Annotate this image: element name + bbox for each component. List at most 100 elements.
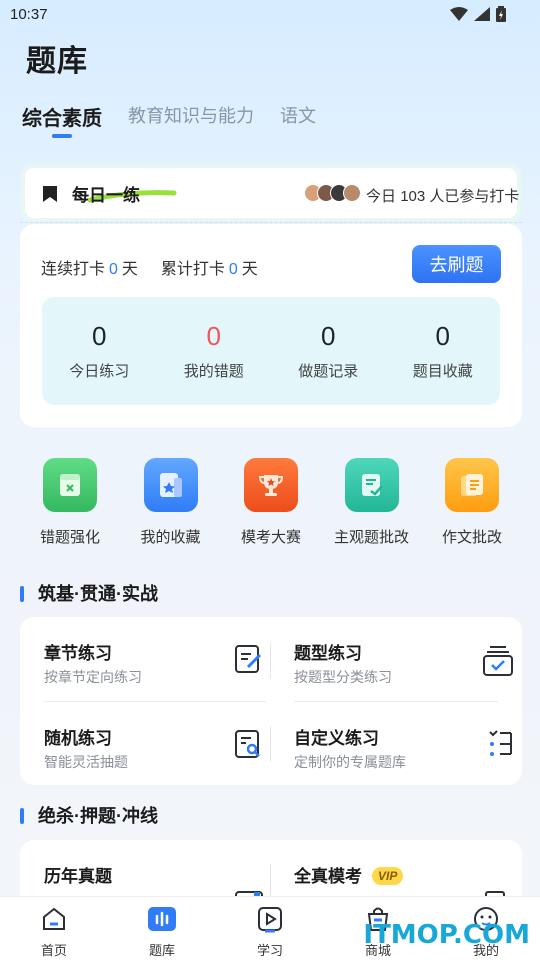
item-title: 自定义练习 xyxy=(294,729,379,748)
stat-value: 0 xyxy=(435,321,450,351)
total-checkin-unit: 天 xyxy=(241,261,258,278)
stat-label: 今日练习 xyxy=(69,363,130,380)
participants-count: 103 xyxy=(400,188,426,205)
watermark-logo: ITMOP.COM xyxy=(363,920,530,950)
nav-label: 题库 xyxy=(148,943,175,958)
tab-comprehensive-quality[interactable]: 综合素质 xyxy=(22,102,102,138)
wifi-icon xyxy=(450,7,468,21)
section-title-text: 筑基·贯通·实战 xyxy=(38,584,158,604)
study-icon xyxy=(258,907,282,933)
section-bar xyxy=(20,808,24,824)
item-title: 章节练习 xyxy=(44,644,112,663)
item-subtitle: 智能灵活抽题 xyxy=(44,754,128,770)
page-title: 题库 xyxy=(26,45,88,78)
status-icons xyxy=(450,6,506,22)
stat-value: 0 xyxy=(206,321,221,351)
participant-avatars xyxy=(304,184,361,202)
battery-icon xyxy=(496,6,506,22)
stat-label: 题目收藏 xyxy=(412,363,473,380)
avatar xyxy=(343,184,361,202)
nav-label: 首页 xyxy=(40,943,67,958)
nav-home[interactable]: 首页 xyxy=(0,897,108,960)
status-bar: 10:37 xyxy=(0,0,540,32)
participants-prefix: 今日 xyxy=(366,188,397,205)
nav-label: 学习 xyxy=(256,943,283,958)
daily-practice-title: 每日一练 xyxy=(72,186,140,205)
quick-actions: 错题强化 我的收藏 模考大赛 主观题批改 作文批改 xyxy=(20,458,522,547)
continuous-checkin-label: 连续打卡 xyxy=(41,261,106,278)
question-bank-icon xyxy=(148,907,176,931)
question-type-practice-item[interactable]: 题型练习 按题型分类练习 xyxy=(294,639,514,709)
error-book-icon xyxy=(43,458,97,512)
section-title-foundation: 筑基·贯通·实战 xyxy=(20,580,158,606)
total-checkin-value: 0 xyxy=(228,261,238,278)
daily-practice-card[interactable]: 每日一练 今日 103 人已参与打卡 xyxy=(20,163,522,223)
checkin-stats-card: 连续打卡 0 天 累计打卡 0 天 去刷题 0 今日练习 0 我的错题 0 做题记录 0… xyxy=(20,224,522,427)
quick-action-label: 主观题批改 xyxy=(333,529,409,546)
search-document-icon xyxy=(235,730,260,758)
quick-action-mock-contest[interactable]: 模考大赛 xyxy=(221,458,321,547)
stat-label: 做题记录 xyxy=(298,363,359,380)
stat-today-practice[interactable]: 0 今日练习 xyxy=(42,297,157,405)
nav-question-bank[interactable]: 题库 xyxy=(108,897,216,960)
continuous-checkin-value: 0 xyxy=(109,261,118,278)
home-icon xyxy=(43,907,65,930)
section-bar xyxy=(20,586,24,602)
horizontal-divider xyxy=(294,701,498,702)
stacked-tray-icon xyxy=(483,646,513,676)
start-practice-button[interactable]: 去刷题 xyxy=(412,245,501,283)
quick-action-label: 模考大赛 xyxy=(240,529,301,546)
tab-chinese[interactable]: 语文 xyxy=(280,102,316,131)
random-practice-item[interactable]: 随机练习 智能灵活抽题 xyxy=(44,724,264,794)
quick-action-label: 我的收藏 xyxy=(140,529,201,546)
participants-text: 今日 103 人已参与打卡 xyxy=(366,185,519,206)
item-subtitle: 按题型分类练习 xyxy=(294,669,392,685)
custom-practice-item[interactable]: 自定义练习 定制你的专属题库 xyxy=(294,724,514,794)
card-divider xyxy=(20,222,522,223)
edit-document-icon xyxy=(235,645,262,673)
item-title: 题型练习 xyxy=(294,644,362,663)
essay-icon xyxy=(445,458,499,512)
item-subtitle: 定制你的专属题库 xyxy=(294,754,406,770)
status-time: 10:37 xyxy=(10,6,48,23)
item-subtitle: 按章节定向练习 xyxy=(44,669,142,685)
quick-action-error-book[interactable]: 错题强化 xyxy=(20,458,120,547)
vertical-divider xyxy=(270,643,271,679)
quick-action-essay[interactable]: 作文批改 xyxy=(422,458,522,547)
stats-summary: 0 今日练习 0 我的错题 0 做题记录 0 题目收藏 xyxy=(42,297,500,405)
vertical-divider xyxy=(270,726,271,762)
vip-badge: VIP xyxy=(372,867,404,885)
trophy-icon xyxy=(244,458,298,512)
stat-value: 0 xyxy=(321,321,336,351)
checkin-streak: 连续打卡 0 天 累计打卡 0 天 xyxy=(41,255,258,279)
participants-suffix: 人已参与打卡 xyxy=(429,188,520,205)
checklist-icon xyxy=(489,730,512,756)
nav-study[interactable]: 学习 xyxy=(216,897,324,960)
item-title-text: 全真模考 xyxy=(294,867,362,886)
stat-practice-records[interactable]: 0 做题记录 xyxy=(271,297,386,405)
chapter-practice-item[interactable]: 章节练习 按章节定向练习 xyxy=(44,639,264,709)
horizontal-divider xyxy=(44,701,266,702)
favorite-icon xyxy=(143,458,198,512)
section-title-sprint: 绝杀·押题·冲线 xyxy=(20,802,158,828)
vertical-divider xyxy=(270,864,271,900)
stat-wrong-questions[interactable]: 0 我的错题 xyxy=(157,297,272,405)
continuous-checkin-unit: 天 xyxy=(121,261,138,278)
subjective-check-icon xyxy=(344,458,399,512)
signal-icon xyxy=(474,7,490,21)
stat-value: 0 xyxy=(92,321,107,351)
section-title-text: 绝杀·押题·冲线 xyxy=(38,806,158,826)
practice-card-foundation: 章节练习 按章节定向练习 题型练习 按题型分类练习 随机练习 智能灵活抽题 自定… xyxy=(20,617,522,785)
item-title: 随机练习 xyxy=(44,729,112,748)
item-title: 全真模考 VIP xyxy=(294,862,404,887)
quick-action-label: 错题强化 xyxy=(39,529,100,546)
stat-label: 我的错题 xyxy=(183,363,244,380)
stat-favorites[interactable]: 0 题目收藏 xyxy=(386,297,501,405)
quick-action-subjective-check[interactable]: 主观题批改 xyxy=(322,458,422,547)
quick-action-favorites[interactable]: 我的收藏 xyxy=(121,458,221,547)
quick-action-label: 作文批改 xyxy=(441,529,502,546)
tab-education-knowledge[interactable]: 教育知识与能力 xyxy=(128,102,254,131)
subject-tabs: 综合素质 教育知识与能力 语文 xyxy=(22,102,316,138)
item-title: 历年真题 xyxy=(44,867,112,886)
total-checkin-label: 累计打卡 xyxy=(160,261,225,278)
